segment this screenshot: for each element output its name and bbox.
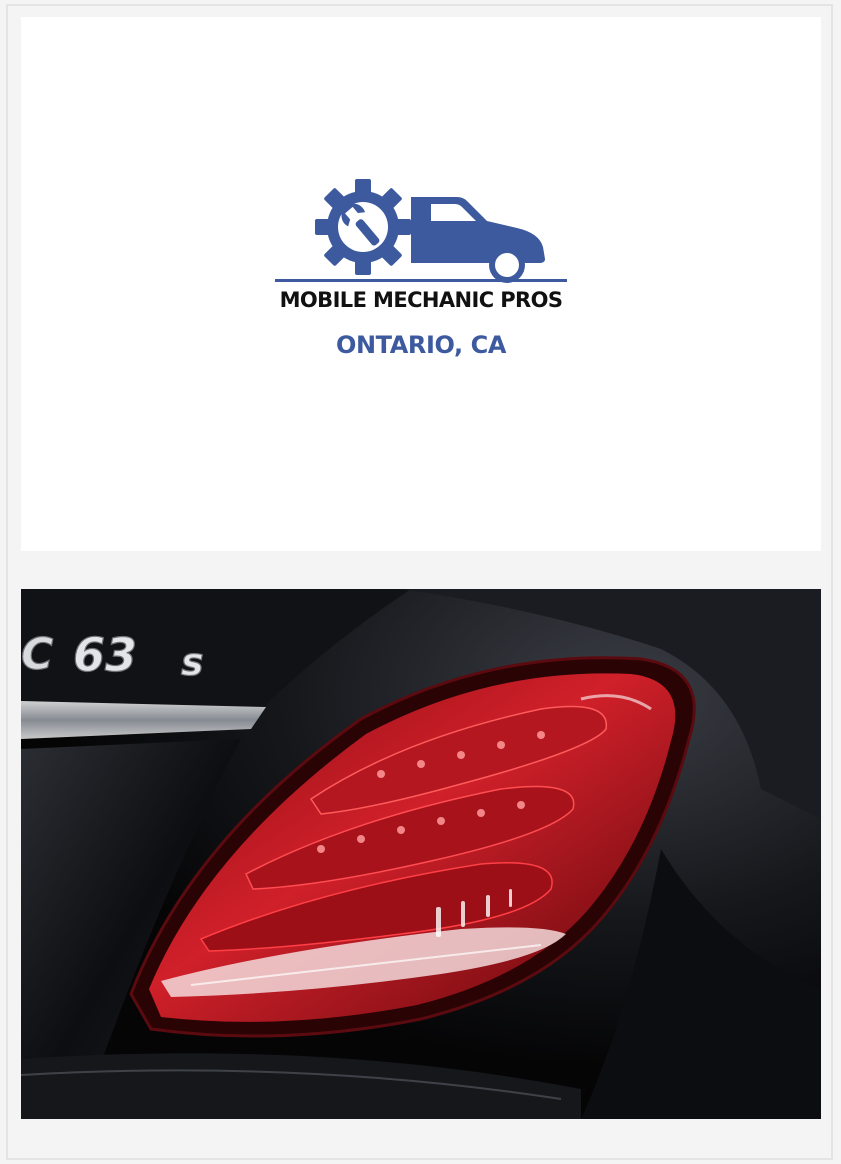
logo-graphic <box>315 179 545 283</box>
model-badge: C <box>21 629 53 680</box>
car-taillight-photo: C 63 s <box>21 589 821 1119</box>
brand-name: MOBILE MECHANIC PROS <box>279 288 563 312</box>
logo-card: MOBILE MECHANIC PROS ONTARIO, CA <box>21 17 821 551</box>
brand-location: ONTARIO, CA <box>335 331 507 359</box>
logo-divider-line <box>275 279 567 282</box>
car-icon <box>411 197 545 283</box>
taillight-illustration: C 63 s <box>21 589 821 1119</box>
gear-wrench-icon <box>315 179 411 275</box>
svg-text:s: s <box>181 640 204 684</box>
svg-text:63: 63 <box>73 628 137 682</box>
